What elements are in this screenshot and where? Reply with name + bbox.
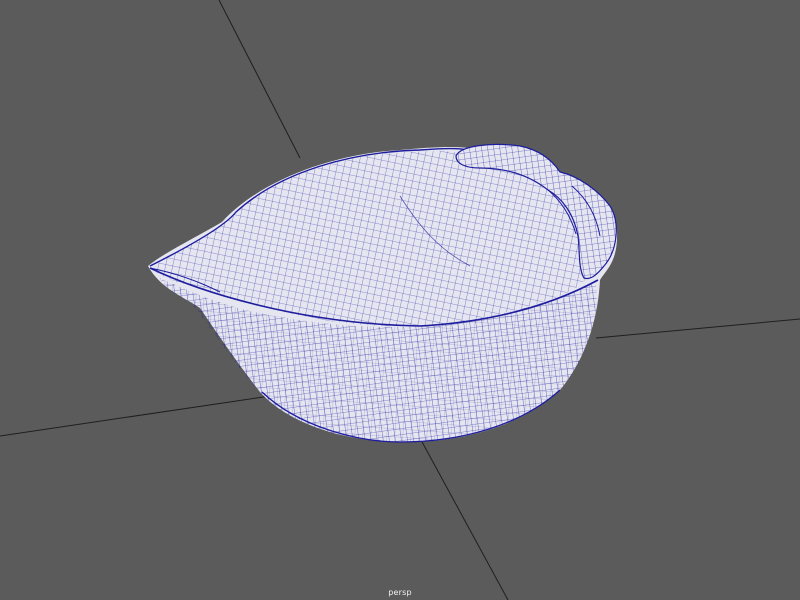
- camera-name-label: persp: [388, 588, 412, 597]
- grid-line-left: [0, 395, 271, 437]
- maya-perspective-viewport[interactable]: persp: [0, 0, 800, 600]
- grid-line-back: [218, 0, 301, 159]
- viewport-canvas[interactable]: [0, 0, 800, 600]
- grid-line-right: [595, 318, 800, 339]
- bowl-mesh[interactable]: [148, 143, 618, 443]
- grid-line-front: [420, 439, 509, 600]
